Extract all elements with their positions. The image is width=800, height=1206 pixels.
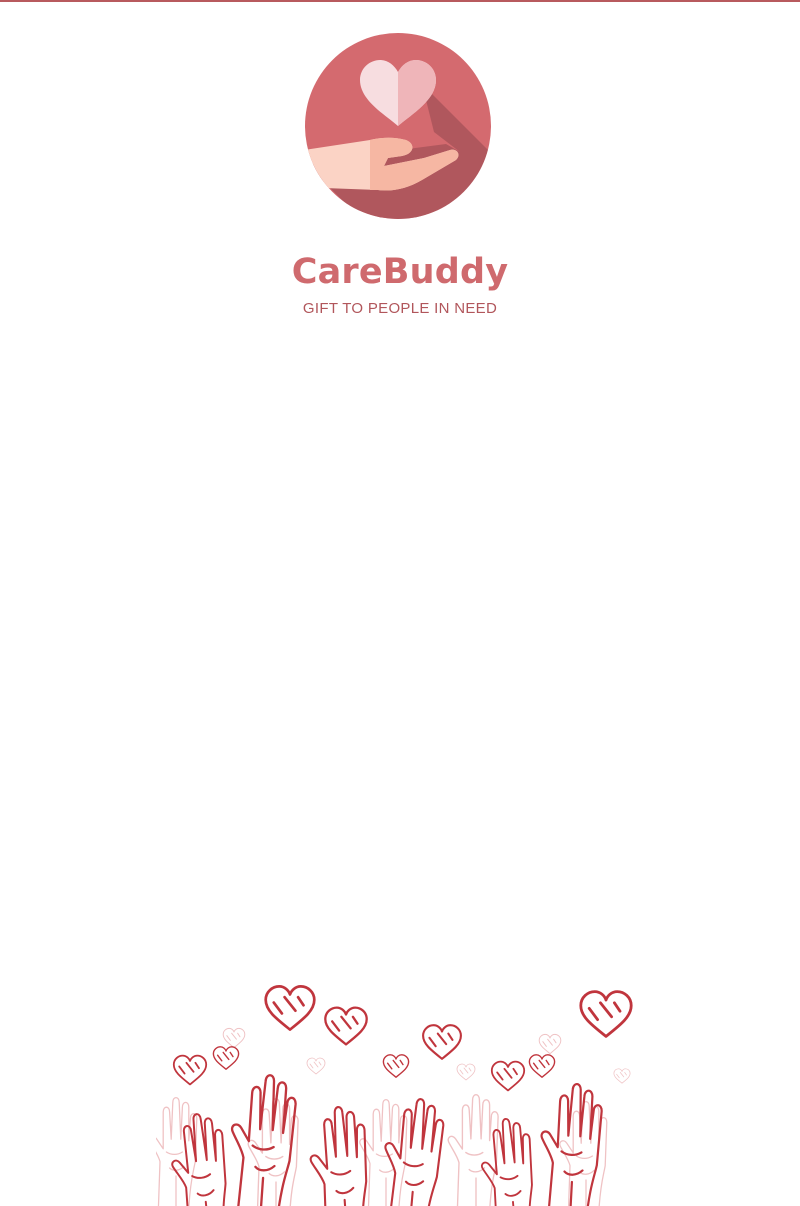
raised-hands-with-hearts-icon bbox=[156, 985, 633, 1206]
app-title: CareBuddy bbox=[291, 252, 509, 292]
app-tagline: GIFT TO PEOPLE IN NEED bbox=[302, 300, 498, 317]
splash-screen: CareBuddy GIFT TO PEOPLE IN NEED bbox=[0, 0, 800, 1206]
heart-in-hand-icon bbox=[305, 33, 491, 219]
